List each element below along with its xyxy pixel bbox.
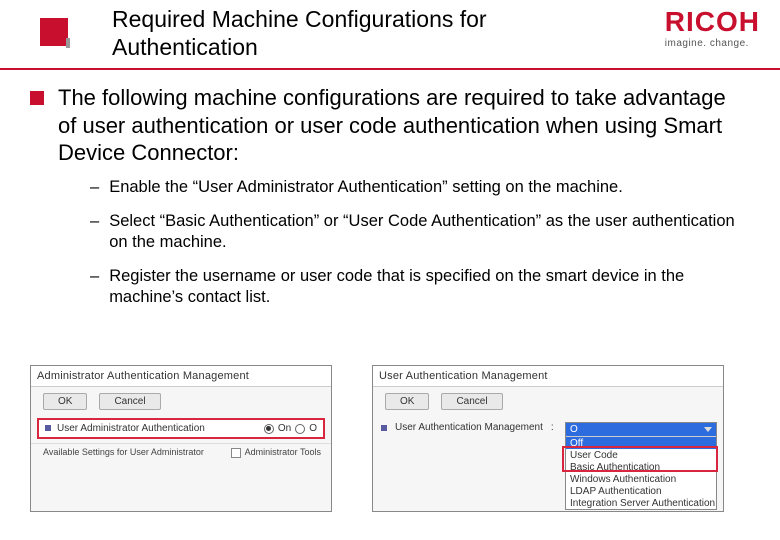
panel-title: Administrator Authentication Management xyxy=(31,366,331,387)
radio-group: On O xyxy=(264,423,317,434)
brand-logo: RICOH imagine. change. xyxy=(665,8,760,49)
step-text: Select “Basic Authentication” or “User C… xyxy=(109,211,750,252)
row-label: User Authentication Management xyxy=(395,422,543,433)
auth-type-select[interactable]: O Off User Code Basic Authentication Win… xyxy=(565,422,717,510)
dash-icon: – xyxy=(90,177,99,198)
slide-title: Required Machine Configurations for Auth… xyxy=(112,6,582,61)
brand-tagline: imagine. change. xyxy=(665,38,760,49)
select-option[interactable]: Integration Server Authentication xyxy=(566,497,716,509)
panel-title: User Authentication Management xyxy=(373,366,723,387)
select-current-text: O xyxy=(570,424,578,435)
ok-button[interactable]: OK xyxy=(43,393,87,410)
user-admin-auth-row: User Administrator Authentication On O xyxy=(37,418,325,439)
footer-left-text: Available Settings for User Administrato… xyxy=(43,447,204,458)
bullet-square-icon xyxy=(30,91,44,105)
step-item: – Select “Basic Authentication” or “User… xyxy=(90,211,750,252)
select-option[interactable]: Off xyxy=(566,437,716,449)
user-auth-panel: User Authentication Management OK Cancel… xyxy=(372,365,724,512)
slide-body: The following machine configurations are… xyxy=(0,70,780,308)
cancel-button[interactable]: Cancel xyxy=(99,393,160,410)
panel-button-row: OK Cancel xyxy=(373,387,723,416)
brand-name: RICOH xyxy=(665,8,760,36)
intro-text: The following machine configurations are… xyxy=(58,84,750,167)
panel-footer: Available Settings for User Administrato… xyxy=(31,443,331,463)
radio-off[interactable] xyxy=(295,424,305,434)
step-text: Enable the “User Administrator Authentic… xyxy=(109,177,623,198)
step-item: – Enable the “User Administrator Authent… xyxy=(90,177,750,198)
title-bullet-icon xyxy=(40,18,68,46)
select-options: Off User Code Basic Authentication Windo… xyxy=(566,436,716,509)
radio-on[interactable] xyxy=(264,424,274,434)
cancel-button[interactable]: Cancel xyxy=(441,393,502,410)
ok-button[interactable]: OK xyxy=(385,393,429,410)
chevron-down-icon xyxy=(704,427,712,432)
select-option[interactable]: Windows Authentication xyxy=(566,473,716,485)
radio-on-label: On xyxy=(278,423,291,434)
step-text: Register the username or user code that … xyxy=(109,266,750,307)
dash-icon: – xyxy=(90,211,99,232)
footer-checkbox-item[interactable]: Administrator Tools xyxy=(231,447,321,458)
row-bullet-icon xyxy=(381,425,387,431)
dash-icon: – xyxy=(90,266,99,287)
row-label: User Administrator Authentication xyxy=(45,423,205,434)
steps-list: – Enable the “User Administrator Authent… xyxy=(90,177,750,308)
radio-off-label: O xyxy=(309,423,317,434)
select-option[interactable]: LDAP Authentication xyxy=(566,485,716,497)
intro-paragraph: The following machine configurations are… xyxy=(30,84,750,167)
panel-button-row: OK Cancel xyxy=(31,387,331,416)
select-option[interactable]: User Code xyxy=(566,449,716,461)
step-item: – Register the username or user code tha… xyxy=(90,266,750,307)
screenshot-panels: Administrator Authentication Management … xyxy=(30,365,724,512)
slide-header: Required Machine Configurations for Auth… xyxy=(0,0,780,70)
slide: Required Machine Configurations for Auth… xyxy=(0,0,780,540)
admin-auth-panel: Administrator Authentication Management … xyxy=(30,365,332,512)
select-option[interactable]: Basic Authentication xyxy=(566,461,716,473)
select-current[interactable]: O xyxy=(566,423,716,436)
